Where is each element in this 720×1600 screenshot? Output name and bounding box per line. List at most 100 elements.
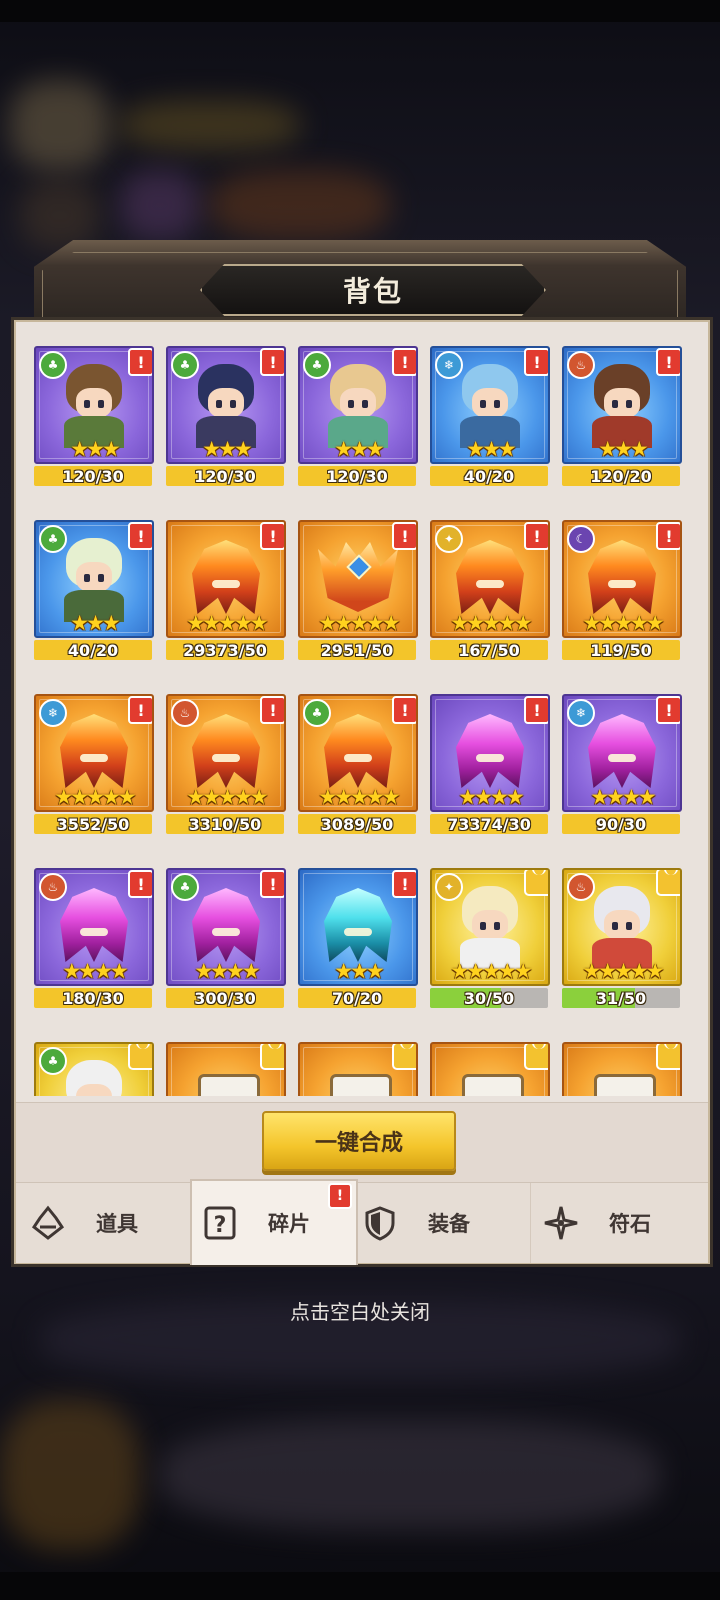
- fragment-card[interactable]: [562, 1042, 682, 1096]
- element-green-icon: ♣: [39, 1047, 67, 1075]
- tab-runes[interactable]: 符石: [530, 1183, 701, 1263]
- fragment-item[interactable]: ♣! ★★★ 120/30: [166, 346, 286, 496]
- fragment-item[interactable]: ♨! ★★★ 120/20: [562, 346, 682, 496]
- fragment-item[interactable]: ❄! ★★★ 40/20: [430, 346, 550, 496]
- fragment-card[interactable]: ! ★★★★★: [298, 520, 418, 638]
- star-rating: ★★★: [70, 611, 120, 635]
- helmet-visor: [212, 580, 240, 588]
- helmet-fragment-icon: [192, 714, 260, 788]
- fragment-item[interactable]: ❄! ★★★★★ 3552/50: [34, 694, 154, 844]
- fragment-card[interactable]: ♣! ★★★: [166, 346, 286, 464]
- fragment-count-bar: 167/50: [430, 640, 548, 660]
- fragment-item[interactable]: ♣! ★★★★★ 3089/50: [298, 694, 418, 844]
- fragment-card[interactable]: ♣! ★★★: [34, 346, 154, 464]
- question-card-icon: ?: [202, 1205, 238, 1241]
- fragment-card[interactable]: ✦ ★★★★★: [430, 868, 550, 986]
- fragment-card[interactable]: ♨! ★★★: [562, 346, 682, 464]
- fragment-item[interactable]: ! ★★★ 70/20: [298, 868, 418, 1018]
- star-rating: ★★★★★: [582, 959, 664, 983]
- fragment-card[interactable]: ! ★★★★: [430, 694, 550, 812]
- fragment-card[interactable]: ♣! ★★★★★: [298, 694, 418, 812]
- fragment-item[interactable]: ✦! ★★★★★ 167/50: [430, 520, 550, 670]
- fragment-card[interactable]: ❄! ★★★: [430, 346, 550, 464]
- tab-items-label: 道具: [96, 1212, 138, 1236]
- tab-equipment-label: 装备: [428, 1212, 470, 1236]
- close-hint[interactable]: 点击空白处关闭: [0, 1296, 720, 1325]
- hero-eye: [216, 400, 222, 408]
- alert-badge: !: [260, 522, 284, 550]
- merge-all-button[interactable]: 一键合成: [262, 1111, 456, 1171]
- mystery-box-icon: [198, 1074, 260, 1096]
- tab-fragments[interactable]: ? 碎片 !: [190, 1179, 358, 1265]
- hero-face: [472, 910, 508, 940]
- fragment-item[interactable]: ♣! ★★★★ 300/30: [166, 868, 286, 1018]
- star-rating: ★★★★★: [318, 611, 400, 635]
- backpack-window: 背包 ♣! ★★★ 120/30 ♣! ★★★ 120/30 ♣! ★★★ 120/30 ❄! ★★…: [12, 240, 710, 1285]
- fragment-item[interactable]: ❄! ★★★★ 90/30: [562, 694, 682, 844]
- helmet-visor: [80, 754, 108, 762]
- fragment-card[interactable]: ♣! ★★★★: [166, 868, 286, 986]
- tab-equipment[interactable]: 装备: [362, 1183, 522, 1263]
- fragment-card[interactable]: ♨! ★★★★: [34, 868, 154, 986]
- fragment-card[interactable]: ! ★★★★★: [166, 520, 286, 638]
- helmet-fragment-icon: [588, 540, 656, 614]
- hero-eye: [84, 400, 90, 408]
- fragment-count-bar: 30/50: [430, 988, 548, 1008]
- fragment-item[interactable]: ! ★★★★★ 29373/50: [166, 520, 286, 670]
- helmet-visor: [476, 580, 504, 588]
- fragment-item[interactable]: ♨! ★★★★★ 3310/50: [166, 694, 286, 844]
- inventory-panel: ♣! ★★★ 120/30 ♣! ★★★ 120/30 ♣! ★★★ 120/30 ❄! ★★★ 40…: [14, 320, 710, 1265]
- helmet-fragment-icon: [456, 540, 524, 614]
- fragment-card[interactable]: ✦! ★★★★★: [430, 520, 550, 638]
- star-rating: ★★★: [334, 959, 384, 983]
- hero-face: [340, 388, 376, 418]
- fragment-item[interactable]: ♣! ★★★ 120/30: [298, 346, 418, 496]
- star-rating: ★★★★★: [318, 785, 400, 809]
- fragment-count-bar: 120/30: [34, 466, 152, 486]
- fragment-card[interactable]: ♣! ★★★: [34, 520, 154, 638]
- fragment-count-bar: 90/30: [562, 814, 680, 834]
- hero-face: [604, 388, 640, 418]
- fragment-item[interactable]: [430, 1042, 550, 1096]
- fragment-card[interactable]: ! ★★★: [298, 868, 418, 986]
- fragment-card[interactable]: ❄! ★★★★★: [34, 694, 154, 812]
- fragment-item[interactable]: ♨! ★★★★ 180/30: [34, 868, 154, 1018]
- puzzle-piece-icon: [656, 1044, 680, 1070]
- fragment-card[interactable]: ☾! ★★★★★: [562, 520, 682, 638]
- fragment-item[interactable]: ♣! ★★★ 120/30: [34, 346, 154, 496]
- fragment-card[interactable]: [298, 1042, 418, 1096]
- fragment-item[interactable]: ♣! ★★★ 40/20: [34, 520, 154, 670]
- fragment-item[interactable]: ! ★★★★★ 2951/50: [298, 520, 418, 670]
- fragment-card[interactable]: [166, 1042, 286, 1096]
- fragment-count-bar: 40/20: [34, 640, 152, 660]
- hero-eye: [84, 574, 90, 582]
- fragment-item[interactable]: ♨ ★★★★★ 31/50: [562, 868, 682, 1018]
- fragment-grid[interactable]: ♣! ★★★ 120/30 ♣! ★★★ 120/30 ♣! ★★★ 120/30 ❄! ★★★ 40…: [34, 346, 684, 1096]
- fragment-card[interactable]: ♨ ★★★★★: [562, 868, 682, 986]
- fragment-item[interactable]: [166, 1042, 286, 1096]
- tab-items[interactable]: 道具: [30, 1183, 190, 1263]
- hero-eye: [348, 400, 354, 408]
- fragment-card[interactable]: ❄! ★★★★: [562, 694, 682, 812]
- fragment-card[interactable]: ♣! ★★★: [298, 346, 418, 464]
- fragment-item[interactable]: ☾! ★★★★★ 119/50: [562, 520, 682, 670]
- fragment-item[interactable]: ! ★★★★ 73374/30: [430, 694, 550, 844]
- alert-badge: !: [656, 522, 680, 550]
- fragment-item[interactable]: [562, 1042, 682, 1096]
- fragment-card[interactable]: [430, 1042, 550, 1096]
- element-green-icon: ♣: [303, 699, 331, 727]
- fragment-card[interactable]: ♨! ★★★★★: [166, 694, 286, 812]
- hero-eye: [626, 400, 632, 408]
- fragment-item[interactable]: ✦ ★★★★★ 30/50: [430, 868, 550, 1018]
- hero-portrait: [594, 886, 650, 936]
- crown-gem: [346, 554, 372, 580]
- fragment-card[interactable]: ♣: [34, 1042, 154, 1096]
- fragment-item[interactable]: ♣: [34, 1042, 154, 1096]
- star-rating: ★★★★★: [582, 611, 664, 635]
- merge-all-label: 一键合成: [314, 1131, 403, 1156]
- helmet-visor: [80, 928, 108, 936]
- fragment-count-bar: 3089/50: [298, 814, 416, 834]
- fragment-count: 120/30: [62, 466, 124, 486]
- fragment-item[interactable]: [298, 1042, 418, 1096]
- star-rating: ★★★★★: [450, 959, 532, 983]
